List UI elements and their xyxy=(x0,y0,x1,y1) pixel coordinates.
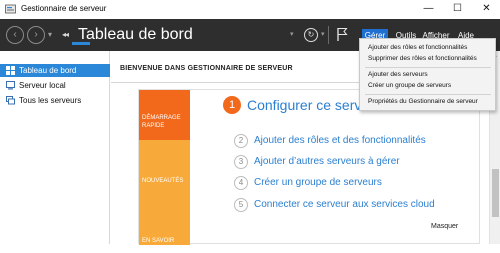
step-number-badge: 4 xyxy=(234,176,248,190)
tile-label-line2: RAPIDE xyxy=(142,123,165,129)
server-manager-app-icon xyxy=(5,4,16,14)
step-number-badge: 3 xyxy=(234,155,248,169)
tile-label-line1: DÉMARRAGE xyxy=(142,115,181,121)
window-title: Gestionnaire de serveur xyxy=(21,4,107,13)
page-title-accent xyxy=(72,42,90,45)
notifications-flag-icon[interactable] xyxy=(336,27,348,42)
sidebar-item-local-server[interactable]: Serveur local xyxy=(0,79,110,92)
dashboard-icon xyxy=(6,66,15,75)
menu-separator xyxy=(365,67,491,68)
close-button[interactable]: ✕ xyxy=(472,0,500,19)
manage-dropdown-menu: Ajouter des rôles et fonctionnalités Sup… xyxy=(359,38,496,111)
menu-item-remove-roles[interactable]: Supprimer des rôles et fonctionnalités xyxy=(360,54,495,64)
maximize-button[interactable]: ☐ xyxy=(443,0,472,19)
server-icon xyxy=(6,81,15,90)
scrollbar-thumb[interactable] xyxy=(492,169,499,217)
tile-learn-more[interactable]: EN SAVOIR PLUS xyxy=(139,190,190,252)
tile-label: NOUVEAUTÉS xyxy=(142,178,184,184)
tile-label: DÉMARRAGE RAPIDE xyxy=(142,114,181,130)
tile-quick-start[interactable]: DÉMARRAGE RAPIDE xyxy=(139,90,190,140)
tile-whats-new[interactable]: NOUVEAUTÉS xyxy=(139,140,190,190)
step-link[interactable]: Créer un groupe de serveurs xyxy=(254,176,382,190)
toolbar-divider xyxy=(328,26,329,44)
step-number-badge: 1 xyxy=(223,96,241,114)
forward-button[interactable]: › xyxy=(27,26,45,44)
refresh-icon[interactable]: ↻ xyxy=(304,28,318,42)
breadcrumb-chevron-icon: ◂◂ xyxy=(62,30,69,39)
minimize-button[interactable]: — xyxy=(414,0,443,19)
hide-link[interactable]: Masquer xyxy=(431,223,458,230)
menu-separator xyxy=(365,94,491,95)
refresh-dropdown-icon[interactable]: ▾ xyxy=(321,30,325,38)
menu-item-add-servers[interactable]: Ajouter des serveurs xyxy=(360,70,495,80)
page-title: Tableau de bord xyxy=(78,26,193,43)
step-link[interactable]: Connecter ce serveur aux services cloud xyxy=(254,198,435,212)
sidebar-item-all-servers[interactable]: Tous les serveurs xyxy=(0,94,110,107)
back-button[interactable]: ‹ xyxy=(6,26,24,44)
servers-icon xyxy=(6,96,15,105)
step-link[interactable]: Ajouter d’autres serveurs à gérer xyxy=(254,155,400,169)
welcome-title: BIENVENUE DANS GESTIONNAIRE DE SERVEUR xyxy=(120,65,293,72)
menu-item-add-roles[interactable]: Ajouter des rôles et fonctionnalités xyxy=(360,43,495,53)
sidebar-item-label: Tous les serveurs xyxy=(19,96,82,105)
history-dropdown-icon[interactable]: ▾ xyxy=(48,29,52,41)
sidebar: Tableau de bord Serveur local Tous les s… xyxy=(0,51,110,244)
step-number-badge: 5 xyxy=(234,198,248,212)
tile-label: EN SAVOIR PLUS xyxy=(142,238,175,252)
step-number-badge: 2 xyxy=(234,134,248,148)
title-bar: Gestionnaire de serveur — ☐ ✕ xyxy=(0,0,500,19)
sidebar-item-label: Tableau de bord xyxy=(19,66,77,75)
quick-start-card: DÉMARRAGE RAPIDE NOUVEAUTÉS EN SAVOIR PL… xyxy=(138,89,480,252)
menu-item-create-server-group[interactable]: Créer un groupe de serveurs xyxy=(360,81,495,91)
sidebar-item-label: Serveur local xyxy=(19,81,66,90)
step-link[interactable]: Ajouter des rôles et des fonctionnalités xyxy=(254,134,426,148)
menu-item-properties[interactable]: Propriétés du Gestionnaire de serveur xyxy=(360,97,495,107)
sidebar-item-dashboard[interactable]: Tableau de bord xyxy=(0,64,110,77)
breadcrumb-dropdown-icon[interactable]: ▾ xyxy=(290,30,294,38)
